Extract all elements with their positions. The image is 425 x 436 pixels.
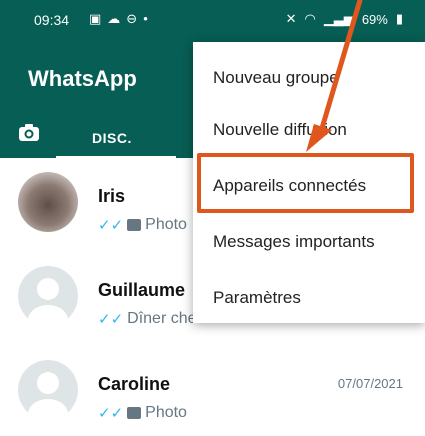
mute-icon: ✕ xyxy=(285,11,297,26)
chat-preview-text: Photo xyxy=(145,216,187,233)
status-bar: 09:34 ▣ ☁ ⊖ • ✕ ◠ ▁▃▅ 69% ▮ xyxy=(0,0,425,38)
dot-icon: • xyxy=(143,11,148,26)
chat-preview-text: Photo xyxy=(145,404,187,421)
menu-item-label: Nouvelle diffusion xyxy=(213,120,347,139)
chat-preview: ✓✓ Photo xyxy=(98,404,187,422)
gallery-icon: ▣ xyxy=(89,11,102,26)
default-avatar-icon xyxy=(28,278,68,326)
photo-icon xyxy=(127,219,142,231)
battery-percent: 69% xyxy=(361,11,388,27)
double-check-icon: ✓✓ xyxy=(98,405,124,422)
photo-icon xyxy=(127,407,142,419)
chat-preview: ✓✓ Photo xyxy=(98,216,187,234)
chat-name: Iris xyxy=(98,186,126,206)
avatar xyxy=(18,172,78,232)
tab-discussions[interactable]: DISC. xyxy=(92,130,132,146)
menu-item-label: Messages importants xyxy=(213,232,375,251)
double-check-icon: ✓✓ xyxy=(98,217,124,234)
status-time: 09:34 xyxy=(34,12,70,28)
avatar xyxy=(18,360,78,420)
app-title: WhatsApp xyxy=(28,66,137,91)
chat-preview-text: Dîner che xyxy=(127,310,197,327)
avatar xyxy=(18,266,78,326)
status-notification-icons: ▣ ☁ ⊖ • xyxy=(89,11,148,27)
highlight-box xyxy=(197,153,414,213)
signal-icon: ▁▃▅ xyxy=(323,11,354,26)
chat-row-caroline[interactable]: Caroline 07/07/2021 ✓✓ Photo xyxy=(0,346,425,436)
cloud-icon: ☁ xyxy=(107,11,121,26)
double-check-icon: ✓✓ xyxy=(98,311,124,328)
dnd-icon: ⊖ xyxy=(126,11,138,26)
menu-item-new-group[interactable]: Nouveau groupe xyxy=(193,50,425,106)
menu-item-starred-messages[interactable]: Messages importants xyxy=(193,214,425,270)
chat-preview: ✓✓ Dîner che xyxy=(98,310,197,328)
battery-icon: ▮ xyxy=(395,11,403,26)
chat-date: 07/07/2021 xyxy=(337,376,403,391)
wifi-icon: ◠ xyxy=(304,11,316,26)
menu-item-new-broadcast[interactable]: Nouvelle diffusion xyxy=(193,102,425,158)
default-avatar-icon xyxy=(28,372,68,420)
status-right-icons: ✕ ◠ ▁▃▅ 69% ▮ xyxy=(286,11,403,27)
camera-icon[interactable] xyxy=(18,124,40,142)
menu-item-settings[interactable]: Paramètres xyxy=(193,270,425,326)
menu-item-label: Paramètres xyxy=(213,288,301,307)
chat-name: Guillaume xyxy=(98,280,186,300)
menu-item-label: Nouveau groupe xyxy=(213,68,339,87)
chat-name: Caroline xyxy=(98,374,171,394)
